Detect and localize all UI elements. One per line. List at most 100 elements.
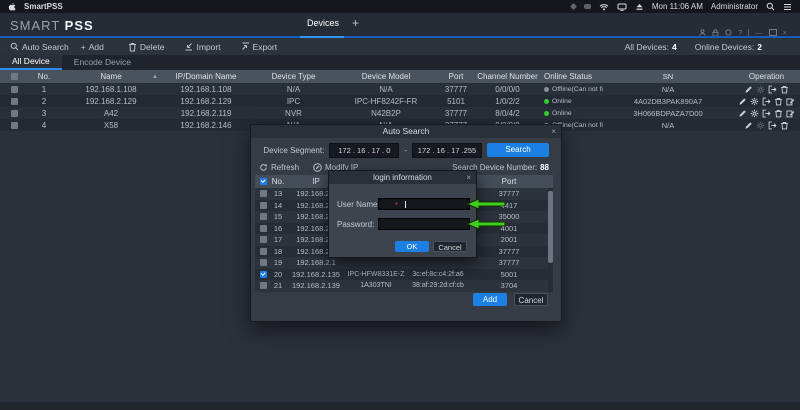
select-all-checkbox[interactable] [11,73,18,80]
row-checkbox[interactable] [11,98,18,105]
cell-no: 21 [268,280,288,292]
row-checkbox[interactable] [260,271,267,278]
logout-icon[interactable] [768,121,777,130]
menu-icon[interactable] [783,3,792,11]
display-icon[interactable] [617,3,627,11]
header-port[interactable]: Port [435,70,477,83]
header-name[interactable]: Name▲ [60,70,162,83]
logout-icon[interactable] [768,85,777,94]
refresh-button[interactable]: Refresh [259,163,299,172]
cell-sn: N/A [603,83,733,95]
cell-no: 19 [268,257,288,269]
table-row[interactable]: 2192.168.2.129192.168.2.129IPCIPC-HF8242… [0,95,800,107]
ok-button[interactable]: OK [395,241,429,252]
row-checkbox[interactable] [260,225,267,232]
header-model[interactable]: Device Model [337,70,435,83]
header-no[interactable]: No. [28,70,60,83]
upgrade-icon[interactable] [786,109,795,118]
config-icon[interactable] [756,85,765,94]
row-checkbox[interactable] [260,190,267,197]
header-status[interactable]: Online Status [538,70,603,83]
row-checkbox[interactable] [260,202,267,209]
delete-icon[interactable] [774,97,783,106]
menubar-datetime[interactable]: Mon 11:06 AM [652,2,703,11]
search-result-row[interactable]: 19192.168.2.137777 [255,257,553,269]
ring-icon[interactable] [725,29,732,36]
cell-type: IPC [250,95,337,107]
user-icon[interactable] [699,29,706,36]
table-row[interactable]: 3A42192.168.2.119NVRN42B2P377778/0/4/2On… [0,107,800,119]
row-checkbox[interactable] [260,248,267,255]
menubar-app-name[interactable]: SmartPSS [24,2,63,11]
select-all-checkbox[interactable] [260,178,267,185]
import-button[interactable]: Import [184,42,220,52]
cell-no: 18 [268,246,288,258]
search-icon[interactable] [766,2,775,11]
header-sn[interactable]: SN [603,70,733,83]
upgrade-icon[interactable] [786,97,795,106]
segment-start-input[interactable]: 172 . 16 . 17 . 0 [329,143,399,158]
header-port[interactable]: Port [468,175,550,188]
header-channel[interactable]: Channel Number [477,70,538,83]
header-no[interactable]: No. [268,175,288,188]
delete-icon[interactable] [780,121,789,130]
sort-icon[interactable]: ▲ [152,74,158,80]
row-checkbox[interactable] [260,236,267,243]
close-icon[interactable]: × [466,171,471,184]
maximize-button[interactable] [769,29,777,36]
config-icon[interactable] [750,97,759,106]
logout-icon[interactable] [762,109,771,118]
add-button[interactable]: Add [473,293,507,306]
row-checkbox[interactable] [260,213,267,220]
table-row[interactable]: 1192.168.1.108192.168.1.108N/AN/A377770/… [0,83,800,95]
wifi-icon[interactable] [599,3,609,11]
scrollbar-thumb[interactable] [548,191,553,263]
cancel-button[interactable]: Cancel [514,293,548,306]
row-checkbox[interactable] [11,86,18,93]
cell-status: Online [538,107,603,119]
delete-icon[interactable] [774,109,783,118]
header-ip[interactable]: IP/Domain Name [162,70,250,83]
status-dot [544,111,549,116]
new-tab-button[interactable]: + [352,16,359,30]
cell-type: NVR [250,107,337,119]
scrollbar[interactable] [548,188,553,292]
row-checkbox[interactable] [11,110,18,117]
search-result-row[interactable]: 20192.168.2.135IPC-HFW8331E-Z3c:ef:8c:c4… [255,269,553,281]
segment-end-input[interactable]: 172 . 16 . 17 .255 [412,143,482,158]
eject-icon[interactable] [635,3,644,11]
apple-icon[interactable] [8,2,16,11]
logout-icon[interactable] [762,97,771,106]
config-icon[interactable] [750,109,759,118]
menubar-user[interactable]: Administrator [711,2,758,11]
edit-icon[interactable] [738,109,747,118]
edit-icon[interactable] [744,85,753,94]
row-checkbox[interactable] [11,122,18,129]
header-operation[interactable]: Operation [733,70,800,83]
username-input[interactable]: * [378,198,470,210]
status-icon-2[interactable] [584,4,591,9]
auto-search-button[interactable]: Auto Search [10,42,69,52]
tab-devices[interactable]: Devices [303,18,343,28]
export-button[interactable]: Export [241,42,278,52]
close-icon[interactable]: × [551,125,556,138]
add-device-button[interactable]: + Add [81,42,104,52]
header-type[interactable]: Device Type [250,70,337,83]
search-button[interactable]: Search [487,143,549,157]
cancel-button[interactable]: Cancel [433,241,467,252]
delete-button[interactable]: Delete [128,42,165,52]
password-input[interactable] [378,218,470,230]
status-icon-1[interactable] [570,3,577,10]
tab-all-device[interactable]: All Device [0,55,62,70]
search-result-row[interactable]: 21192.168.2.1391A303TNI38:af:29:2d:cf:cb… [255,280,553,292]
cell-mac: 3c:ef:8c:c4:2f:a6 [408,269,468,281]
device-subtabs: All Device Encode Device [0,55,800,70]
config-icon[interactable] [756,121,765,130]
tab-encode-device[interactable]: Encode Device [62,55,143,70]
row-checkbox[interactable] [260,282,267,289]
edit-icon[interactable] [738,97,747,106]
edit-icon[interactable] [744,121,753,130]
cell-model: N/A [337,83,435,95]
row-checkbox[interactable] [260,259,267,266]
delete-icon[interactable] [780,85,789,94]
